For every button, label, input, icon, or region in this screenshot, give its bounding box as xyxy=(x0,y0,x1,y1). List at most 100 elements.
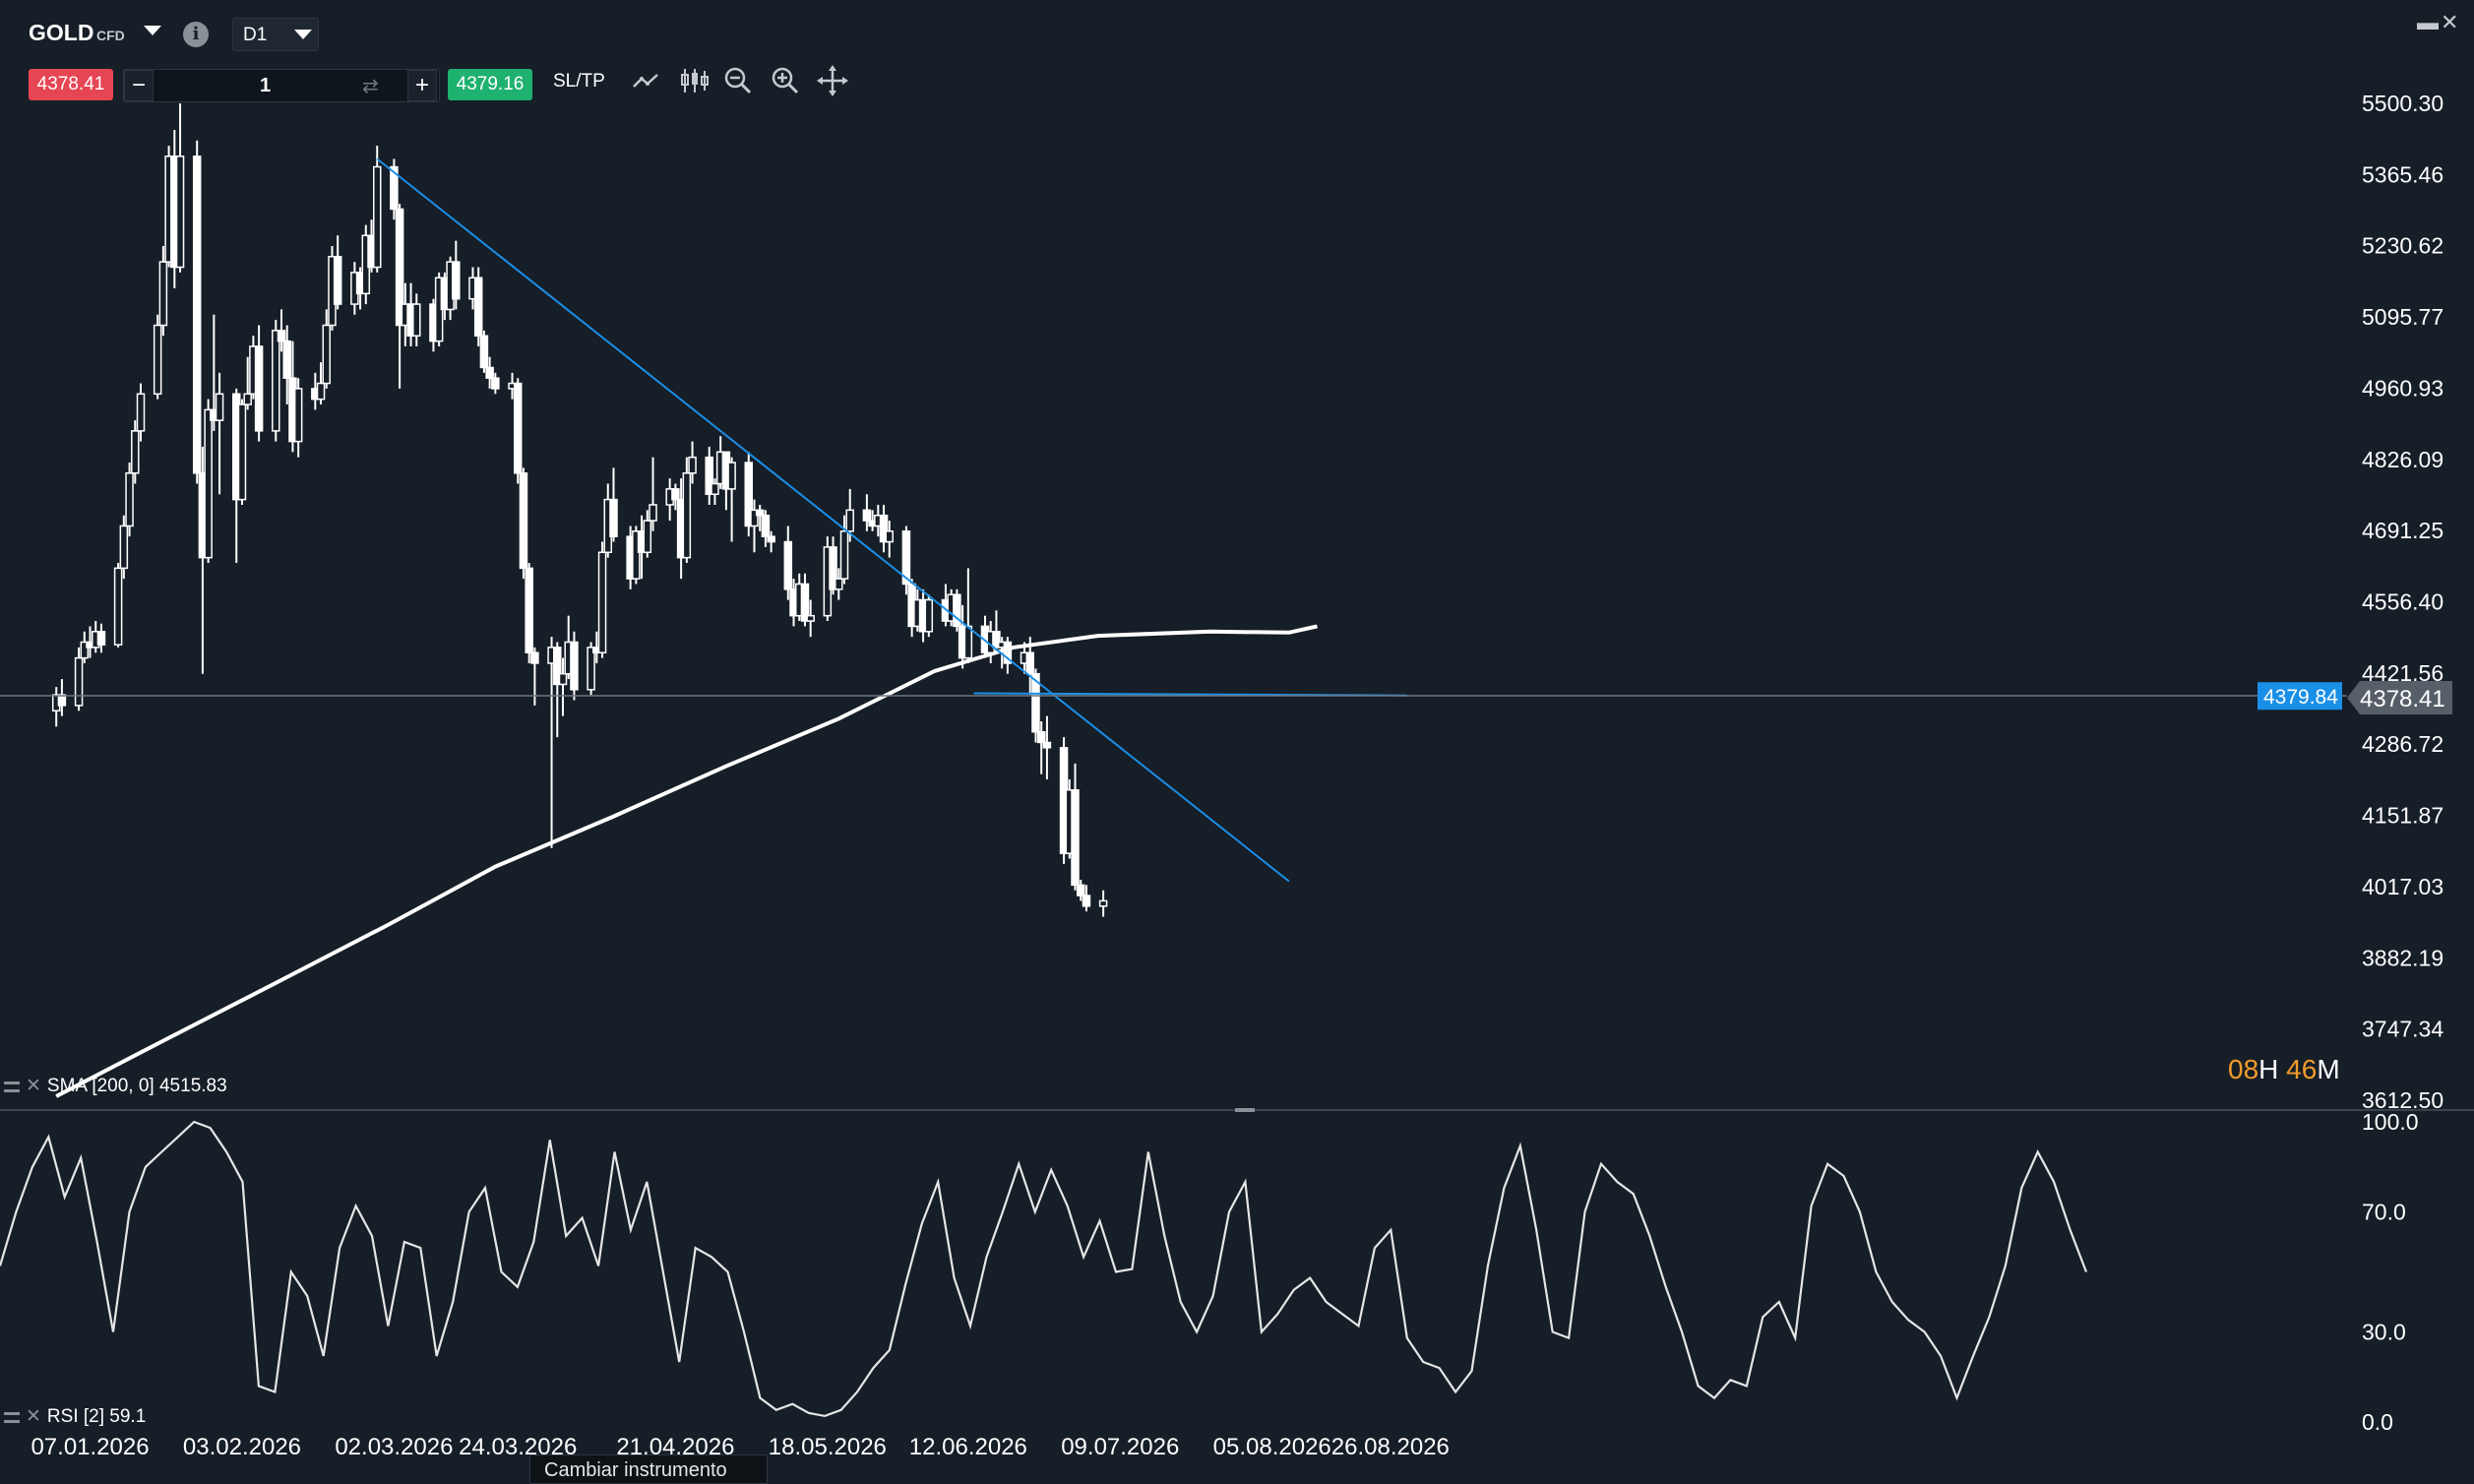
candle-down xyxy=(57,694,67,707)
indicators-icon[interactable] xyxy=(677,63,712,98)
candle-down xyxy=(1082,895,1091,907)
price-tick-label: 4826.09 xyxy=(2362,447,2443,472)
buy-price-button[interactable]: 4379.16 xyxy=(448,69,532,100)
chart-grid xyxy=(0,1108,2474,1112)
candle-up xyxy=(136,393,146,432)
chart-canvas[interactable]: 4379.84 4378.41 5500.305365.465230.625095… xyxy=(0,0,2474,1476)
sma-label: SMA [200, 0] 4515.83 xyxy=(46,1076,227,1096)
remove-icon[interactable]: ✕ xyxy=(26,1406,41,1427)
price-tick-label: 5365.46 xyxy=(2362,161,2443,187)
timeframe-select[interactable]: D1 xyxy=(232,18,319,51)
zoom-out-icon[interactable] xyxy=(720,63,756,98)
candle-up xyxy=(272,330,280,432)
candle-up xyxy=(372,165,382,269)
sma-line xyxy=(55,624,1318,1098)
change-instrument-tooltip: Cambiar instrumento xyxy=(529,1454,768,1484)
date-tick-label: 12.06.2026 xyxy=(909,1434,1027,1460)
candle-down xyxy=(767,535,775,543)
candle-up xyxy=(806,614,815,622)
close-icon[interactable]: ✕ xyxy=(2441,10,2458,35)
quantity-value[interactable]: 1 xyxy=(260,75,271,97)
crosshair-move-icon[interactable] xyxy=(815,63,850,98)
candle-down xyxy=(491,377,500,390)
chevron-down-icon xyxy=(294,30,312,39)
remove-icon[interactable]: ✕ xyxy=(26,1076,41,1096)
candle-down xyxy=(479,335,489,369)
price-tick-label: 3882.19 xyxy=(2362,945,2443,970)
trendline xyxy=(376,157,1290,883)
info-icon[interactable]: i xyxy=(183,22,209,47)
line-chart-icon[interactable] xyxy=(630,63,665,98)
candle-countdown: 08H 46M xyxy=(2228,1054,2340,1085)
candle-up xyxy=(587,647,595,691)
symbol-dropdown-icon[interactable] xyxy=(144,26,161,35)
candle-up xyxy=(597,551,607,653)
decrease-quantity-button[interactable]: − xyxy=(124,70,154,101)
candle-up xyxy=(711,482,719,495)
candle-down xyxy=(1036,730,1046,744)
candle-down xyxy=(953,593,961,628)
candle-up xyxy=(845,509,854,532)
date-tick-label: 02.03.2026 xyxy=(335,1434,453,1460)
candle-up xyxy=(412,303,421,338)
candle-up xyxy=(204,408,213,559)
candle-up xyxy=(885,530,895,543)
swap-icon[interactable]: ⇄ xyxy=(362,74,379,98)
settings-lines-icon[interactable] xyxy=(4,1412,20,1423)
candle-down xyxy=(282,340,291,379)
rsi-panel: 100.0 70.0 30.0 0.0 xyxy=(0,1109,2419,1435)
candle-up xyxy=(237,403,247,501)
candle-up xyxy=(682,472,692,559)
candle-up xyxy=(924,598,934,633)
minimize-icon[interactable]: ▬ xyxy=(2417,10,2439,35)
candle-down xyxy=(96,631,106,646)
settings-lines-icon[interactable] xyxy=(4,1082,20,1092)
candle-up xyxy=(158,261,168,327)
increase-quantity-button[interactable]: + xyxy=(407,70,437,101)
symbol-name[interactable]: GOLD xyxy=(29,20,93,46)
candle-up xyxy=(1098,899,1108,907)
candle-down xyxy=(783,540,793,590)
candle-down xyxy=(1076,884,1085,897)
sma-legend[interactable]: ✕ SMA [200, 0] 4515.83 xyxy=(4,1075,227,1097)
candle-up xyxy=(175,155,185,269)
candle-up xyxy=(835,578,843,590)
candle-up xyxy=(125,472,134,527)
date-tick-label: 18.05.2026 xyxy=(769,1434,887,1460)
countdown-hours-unit: H xyxy=(2258,1054,2279,1084)
candle-up xyxy=(322,324,332,385)
candle-up xyxy=(649,504,657,522)
date-tick-label: 07.01.2026 xyxy=(31,1434,149,1460)
candle-up xyxy=(558,672,568,686)
price-tick-label: 4017.03 xyxy=(2362,874,2443,899)
candle-down xyxy=(1071,788,1080,887)
price-tick-label: 4286.72 xyxy=(2362,731,2443,757)
candle-up xyxy=(963,625,973,659)
candle-up xyxy=(293,388,303,443)
sell-price-button[interactable]: 4378.41 xyxy=(29,69,113,100)
candle-down xyxy=(761,514,771,537)
quantity-stepper[interactable]: − 1 ⇄ + xyxy=(123,69,440,102)
sma-200-path xyxy=(55,624,1318,1098)
price-tick-label: 5230.62 xyxy=(2362,233,2443,259)
price-tick-label: 4960.93 xyxy=(2362,375,2443,401)
candle-up xyxy=(113,567,123,646)
candle-up xyxy=(153,324,162,396)
candle-down xyxy=(485,366,494,379)
candle-down xyxy=(862,509,872,522)
rsi-legend[interactable]: ✕ RSI [2] 59.1 xyxy=(4,1405,146,1428)
candle-up xyxy=(119,525,129,570)
candle-down xyxy=(254,345,264,432)
countdown-minutes: 46 xyxy=(2286,1054,2318,1084)
candle-down xyxy=(671,488,680,501)
candle-up xyxy=(74,656,84,707)
rsi-label: RSI [2] 59.1 xyxy=(46,1406,147,1427)
candle-down xyxy=(277,330,286,342)
price-tick-label: 4556.40 xyxy=(2362,589,2443,615)
price-tick-label: 3747.34 xyxy=(2362,1017,2443,1042)
candle-up xyxy=(131,430,140,474)
candle-down xyxy=(513,382,523,474)
zoom-in-icon[interactable] xyxy=(768,63,803,98)
sltp-button[interactable]: SL/TP xyxy=(553,71,605,93)
candle-up xyxy=(215,393,224,421)
